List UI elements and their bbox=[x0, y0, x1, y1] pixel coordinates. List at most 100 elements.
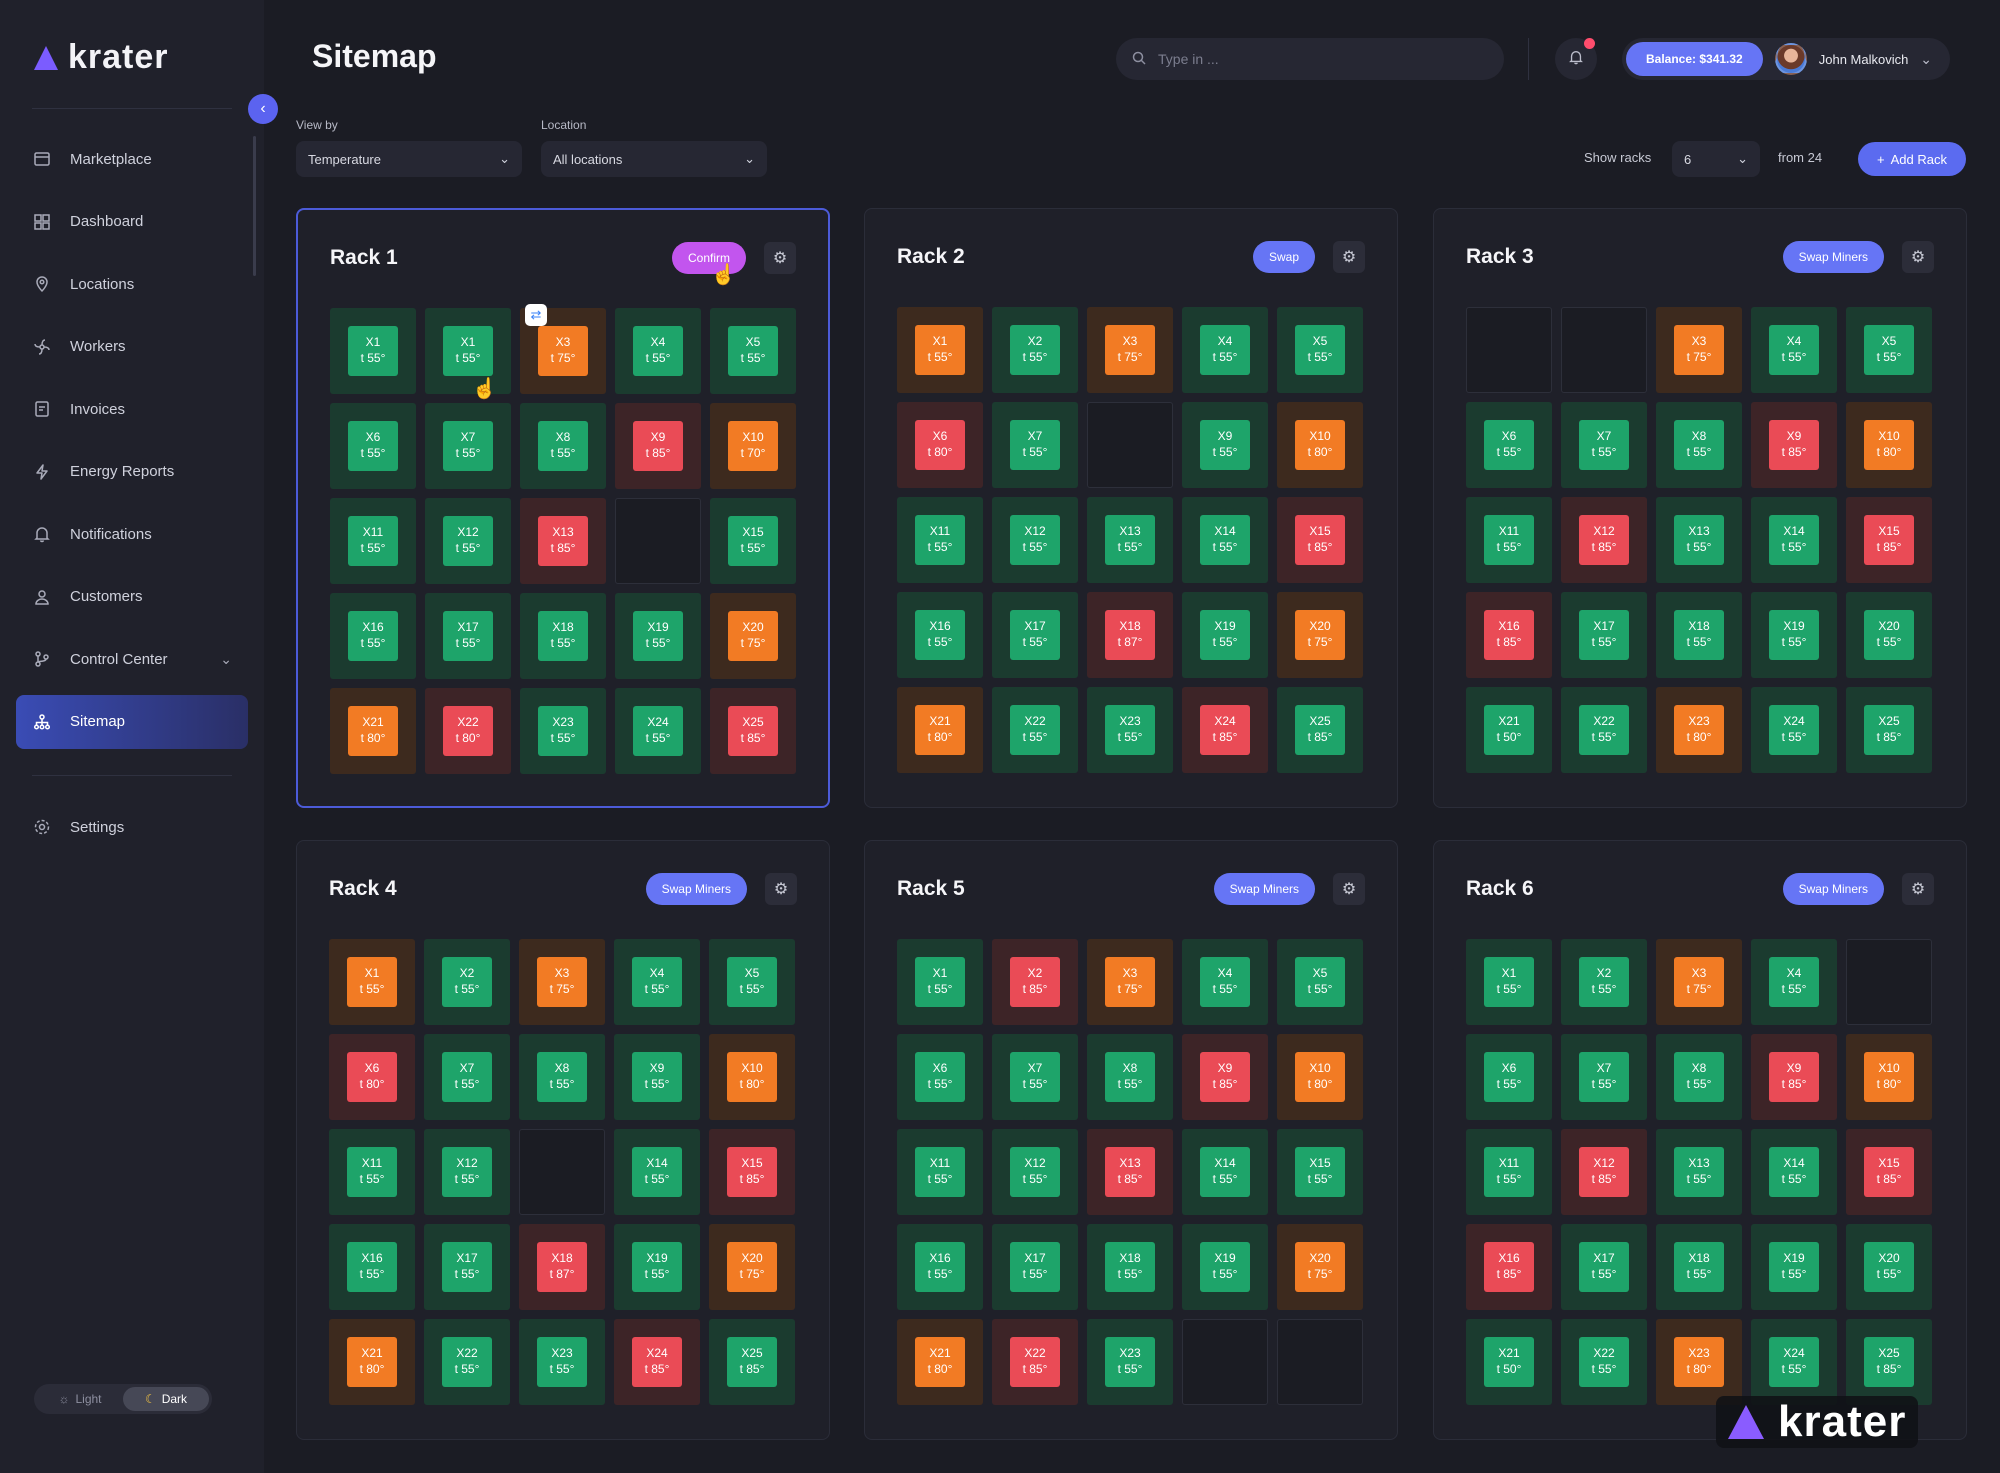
miner-slot[interactable]: X5 t 55° bbox=[710, 308, 796, 394]
miner-tile[interactable]: X3 t 75° bbox=[1674, 325, 1724, 375]
miner-slot[interactable]: X12 t 55° bbox=[992, 1129, 1078, 1215]
miner-slot[interactable]: X9 t 55° bbox=[614, 1034, 700, 1120]
miner-slot[interactable]: X22 t 80° bbox=[425, 688, 511, 774]
sidebar-item-customers[interactable]: Customers bbox=[16, 570, 248, 624]
miner-tile[interactable]: X7 t 55° bbox=[1010, 1052, 1060, 1102]
miner-tile[interactable]: X2 t 55° bbox=[442, 957, 492, 1007]
miner-tile[interactable]: X7 t 55° bbox=[1579, 420, 1629, 470]
miner-slot[interactable]: X6 t 55° bbox=[897, 1034, 983, 1120]
miner-slot[interactable]: X15 t 85° bbox=[1277, 497, 1363, 583]
miner-tile[interactable]: X21 t 80° bbox=[347, 1337, 397, 1387]
miner-tile[interactable]: X10 t 80° bbox=[1295, 420, 1345, 470]
miner-tile[interactable]: X7 t 55° bbox=[1010, 420, 1060, 470]
miner-tile[interactable]: X10 t 70° bbox=[728, 421, 778, 471]
miner-tile[interactable]: X15 t 55° bbox=[1295, 1147, 1345, 1197]
miner-slot[interactable]: X2 t 55° bbox=[992, 307, 1078, 393]
miner-tile[interactable]: X4 t 55° bbox=[632, 957, 682, 1007]
miner-tile[interactable]: X9 t 55° bbox=[632, 1052, 682, 1102]
theme-light-option[interactable]: ☼ Light bbox=[37, 1387, 123, 1411]
miner-tile[interactable]: X5 t 55° bbox=[1295, 325, 1345, 375]
miner-tile[interactable]: X1 t 55° bbox=[915, 957, 965, 1007]
sidebar-item-invoices[interactable]: Invoices bbox=[16, 382, 248, 436]
miner-tile[interactable]: X17 t 55° bbox=[443, 611, 493, 661]
miner-tile[interactable]: X19 t 55° bbox=[1769, 610, 1819, 660]
miner-slot[interactable]: X12 t 55° bbox=[424, 1129, 510, 1215]
sidebar-item-dashboard[interactable]: Dashboard bbox=[16, 195, 248, 249]
miner-tile[interactable]: X16 t 85° bbox=[1484, 610, 1534, 660]
miner-tile[interactable]: X2 t 55° bbox=[1579, 957, 1629, 1007]
miner-slot[interactable]: X15 t 85° bbox=[709, 1129, 795, 1215]
miner-slot[interactable]: X16 t 55° bbox=[330, 593, 416, 679]
miner-slot[interactable]: X17 t 55° bbox=[425, 593, 511, 679]
miner-tile[interactable]: X9 t 55° bbox=[1200, 420, 1250, 470]
miner-slot[interactable]: X21 t 80° bbox=[897, 1319, 983, 1405]
miner-slot[interactable]: X17 t 55° bbox=[424, 1224, 510, 1310]
miner-tile[interactable]: X21 t 50° bbox=[1484, 705, 1534, 755]
theme-dark-option[interactable]: ☾ Dark bbox=[123, 1387, 209, 1411]
miner-tile[interactable]: X9 t 85° bbox=[1769, 1052, 1819, 1102]
rack-settings-button[interactable]: ⚙ bbox=[764, 242, 796, 274]
miner-tile[interactable]: X12 t 55° bbox=[442, 1147, 492, 1197]
miner-slot[interactable]: X23 t 80° bbox=[1656, 1319, 1742, 1405]
sidebar-item-marketplace[interactable]: Marketplace bbox=[16, 132, 248, 186]
miner-slot[interactable]: X8 t 55° bbox=[1656, 402, 1742, 488]
miner-slot[interactable]: X11 t 55° bbox=[1466, 497, 1552, 583]
miner-slot[interactable]: X7 t 55° bbox=[1561, 1034, 1647, 1120]
miner-tile[interactable]: X22 t 85° bbox=[1010, 1337, 1060, 1387]
show-racks-select[interactable]: 6 ⌄ bbox=[1672, 141, 1760, 177]
miner-tile[interactable]: X24 t 85° bbox=[632, 1337, 682, 1387]
miner-tile[interactable]: X25 t 85° bbox=[1295, 705, 1345, 755]
miner-slot[interactable]: X11 t 55° bbox=[897, 497, 983, 583]
miner-slot[interactable]: X20 t 75° bbox=[709, 1224, 795, 1310]
miner-tile[interactable]: X14 t 55° bbox=[632, 1147, 682, 1197]
miner-tile[interactable]: X22 t 55° bbox=[1010, 705, 1060, 755]
miner-slot[interactable]: X8 t 55° bbox=[520, 403, 606, 489]
miner-tile[interactable]: X7 t 55° bbox=[1579, 1052, 1629, 1102]
miner-tile[interactable]: X20 t 75° bbox=[1295, 1242, 1345, 1292]
miner-slot[interactable]: X24 t 55° bbox=[1751, 1319, 1837, 1405]
miner-tile[interactable]: X11 t 55° bbox=[347, 1147, 397, 1197]
miner-tile[interactable]: X11 t 55° bbox=[1484, 1147, 1534, 1197]
rack-card[interactable]: Rack 4 Swap Miners ⚙ X1 t 55° X2 t 55° X3 t 7… bbox=[296, 840, 830, 1440]
miner-slot[interactable]: X2 t 55° bbox=[424, 939, 510, 1025]
miner-slot[interactable]: X19 t 55° bbox=[1182, 592, 1268, 678]
balance-badge[interactable]: Balance: $341.32 bbox=[1626, 42, 1763, 76]
miner-slot[interactable]: X1 t 55° ⇄ bbox=[425, 304, 547, 394]
miner-slot[interactable]: X7 t 55° bbox=[1561, 402, 1647, 488]
miner-tile[interactable]: X6 t 55° bbox=[1484, 420, 1534, 470]
miner-tile[interactable]: X16 t 55° bbox=[915, 610, 965, 660]
miner-tile[interactable]: X22 t 55° bbox=[1579, 705, 1629, 755]
miner-slot[interactable]: X16 t 55° bbox=[897, 1224, 983, 1310]
miner-tile[interactable]: X24 t 55° bbox=[633, 706, 683, 756]
rack-settings-button[interactable]: ⚙ bbox=[1333, 241, 1365, 273]
miner-slot[interactable]: X5 t 55° bbox=[1277, 939, 1363, 1025]
miner-tile[interactable]: X14 t 55° bbox=[1200, 1147, 1250, 1197]
miner-slot[interactable]: X16 t 55° bbox=[897, 592, 983, 678]
swap-miners-button[interactable]: Swap Miners bbox=[645, 873, 747, 905]
miner-tile[interactable]: X3 t 75° bbox=[538, 326, 588, 376]
miner-tile[interactable]: X17 t 55° bbox=[1579, 610, 1629, 660]
sidebar-item-notifications[interactable]: Notifications bbox=[16, 507, 248, 561]
miner-slot[interactable]: X13 t 85° bbox=[1087, 1129, 1173, 1215]
miner-slot[interactable]: X2 t 85° bbox=[992, 939, 1078, 1025]
miner-tile[interactable]: X16 t 55° bbox=[347, 1242, 397, 1292]
miner-slot[interactable]: X11 t 55° bbox=[897, 1129, 983, 1215]
miner-slot[interactable]: X20 t 55° bbox=[1846, 592, 1932, 678]
miner-tile[interactable]: X21 t 50° bbox=[1484, 1337, 1534, 1387]
miner-slot[interactable]: X20 t 55° bbox=[1846, 1224, 1932, 1310]
miner-tile[interactable]: X18 t 87° bbox=[1105, 610, 1155, 660]
miner-tile[interactable]: X4 t 55° bbox=[633, 326, 683, 376]
miner-tile[interactable]: X16 t 55° bbox=[915, 1242, 965, 1292]
miner-slot[interactable]: X3 t 75° bbox=[1656, 939, 1742, 1025]
collapse-sidebar-button[interactable]: ‹ bbox=[248, 94, 278, 124]
miner-slot[interactable]: X4 t 55° bbox=[1751, 307, 1837, 393]
miner-slot[interactable]: X6 t 55° bbox=[1466, 402, 1552, 488]
miner-tile[interactable]: X4 t 55° bbox=[1769, 957, 1819, 1007]
miner-tile[interactable]: X21 t 80° bbox=[348, 706, 398, 756]
miner-tile[interactable]: X17 t 55° bbox=[1010, 1242, 1060, 1292]
swap-miners-button[interactable]: Swap Miners bbox=[1213, 873, 1315, 905]
miner-slot[interactable]: X4 t 55° bbox=[1182, 307, 1268, 393]
miner-tile[interactable]: X11 t 55° bbox=[1484, 515, 1534, 565]
miner-tile[interactable]: X8 t 55° bbox=[537, 1052, 587, 1102]
miner-tile[interactable]: X4 t 55° bbox=[1200, 325, 1250, 375]
